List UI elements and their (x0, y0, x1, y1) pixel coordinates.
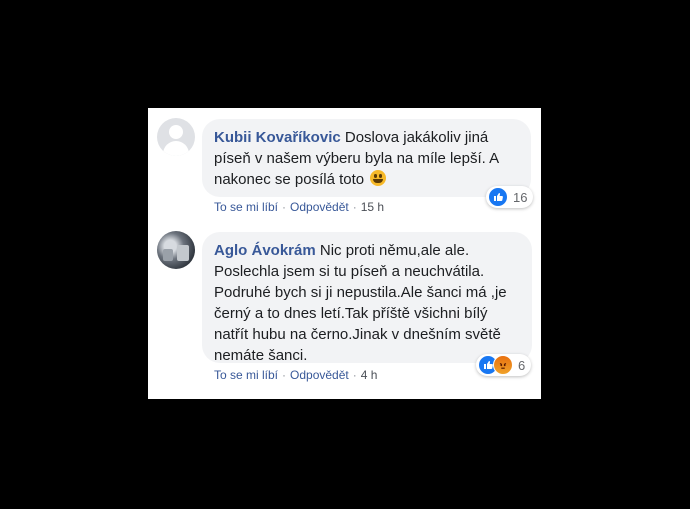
like-link[interactable]: To se mi líbí (214, 200, 278, 214)
comment-timestamp[interactable]: 15 h (361, 200, 384, 214)
comment-text: Nic proti němu,ale ale. Poslechla jsem s… (214, 242, 507, 364)
avatar-shoulders-shape (163, 141, 189, 156)
avatar-photo-shape (163, 249, 173, 261)
reaction-count: 16 (513, 189, 528, 205)
separator-dot: · (352, 200, 357, 214)
comment-bubble: Kubii Kovaříkovic Doslova jakákoliv jiná… (202, 119, 531, 197)
avatar-photo-shape (177, 245, 189, 261)
grinning-emoji-icon (370, 170, 387, 186)
angry-icon (493, 355, 513, 375)
comment-timestamp[interactable]: 4 h (361, 368, 378, 382)
comment-actions: To se mi líbí · Odpovědět · 15 h (214, 200, 384, 214)
avatar[interactable] (157, 231, 195, 269)
reply-link[interactable]: Odpovědět (290, 200, 349, 214)
reactions-summary[interactable]: 6 (476, 354, 532, 376)
reply-link[interactable]: Odpovědět (290, 368, 349, 382)
avatar[interactable] (157, 118, 195, 156)
separator-dot: · (282, 368, 287, 382)
comment-bubble: Aglo Ávokrám Nic proti němu,ale ale. Pos… (202, 232, 532, 364)
avatar-head-shape (169, 125, 183, 139)
comments-panel: Kubii Kovaříkovic Doslova jakákoliv jiná… (148, 108, 541, 399)
like-icon (488, 187, 508, 207)
reactions-summary[interactable]: 16 (486, 186, 534, 208)
comment-actions: To se mi líbí · Odpovědět · 4 h (214, 368, 377, 382)
comment-author[interactable]: Kubii Kovaříkovic (214, 129, 341, 146)
comment-author[interactable]: Aglo Ávokrám (214, 242, 316, 259)
separator-dot: · (352, 368, 357, 382)
separator-dot: · (282, 200, 287, 214)
reaction-count: 6 (518, 357, 526, 373)
like-link[interactable]: To se mi líbí (214, 368, 278, 382)
